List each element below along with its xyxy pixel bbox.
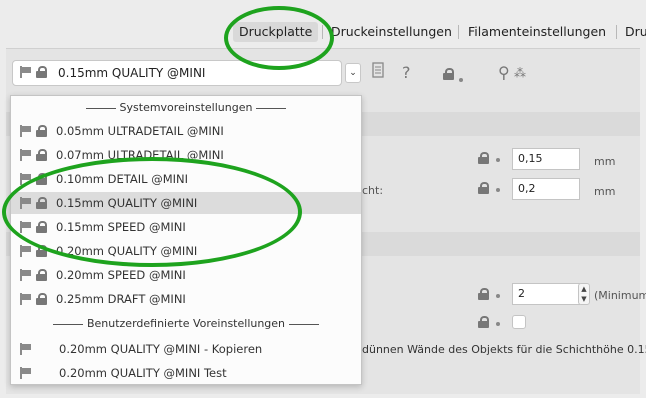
settings-icon[interactable]: ⁂ — [514, 62, 526, 84]
help-icon[interactable]: ? — [402, 62, 411, 84]
option-checkbox[interactable] — [512, 315, 526, 329]
custom-presets-header: Benutzerdefinierte Voreinstellungen — [11, 314, 361, 334]
tab-druckeinstellungen[interactable]: Druckeinstellungen — [325, 22, 458, 42]
lock-icon[interactable] — [478, 152, 508, 166]
preset-item[interactable]: 0.25mm DRAFT @MINI — [11, 288, 361, 310]
highlight-ellipse-tab — [224, 6, 334, 70]
lock-icon[interactable] — [478, 316, 508, 330]
perimeters-stepper[interactable]: ▲ ▼ — [578, 283, 590, 305]
system-presets-header: Systemvoreinstellungen — [11, 98, 361, 118]
lock-icon — [36, 66, 47, 78]
search-icon[interactable]: ⚲ — [498, 62, 510, 84]
tab-druckereinstellungen[interactable]: Dru — [619, 22, 646, 42]
layer-height-unit: mm — [594, 155, 616, 168]
first-layer-label: cht: — [362, 184, 384, 197]
tab-separator — [616, 25, 617, 39]
preset-item[interactable]: 0.20mm SPEED @MINI — [11, 264, 361, 286]
highlight-ellipse-presets — [2, 157, 302, 267]
flag-icon — [19, 66, 33, 78]
preset-select-value: 0.15mm QUALITY @MINI — [58, 66, 206, 80]
lock-icon[interactable] — [478, 182, 508, 196]
first-layer-height-input[interactable]: 0,2 — [512, 178, 580, 200]
preset-status-icons — [19, 66, 47, 80]
tab-separator — [458, 25, 459, 39]
document-icon[interactable] — [372, 62, 386, 84]
chevron-down-icon[interactable]: ⌄ — [345, 63, 361, 83]
custom-preset-item[interactable]: 0.20mm QUALITY @MINI - Kopieren — [11, 338, 361, 360]
hint-text: dünnen Wände des Objekts für die Schicht… — [362, 343, 646, 356]
lock-icon[interactable] — [478, 288, 508, 302]
perimeters-note: (Minimum) — [594, 289, 646, 302]
preset-item[interactable]: 0.05mm ULTRADETAIL @MINI — [11, 120, 361, 142]
perimeters-input[interactable]: 2 — [512, 283, 580, 305]
custom-preset-item[interactable]: 0.20mm QUALITY @MINI Test — [11, 362, 361, 384]
layer-height-input[interactable]: 0,15 — [512, 148, 580, 170]
lock-icon[interactable] — [440, 68, 464, 90]
first-layer-height-unit: mm — [594, 185, 616, 198]
tab-filamenteinstellungen[interactable]: Filamenteinstellungen — [462, 22, 612, 42]
